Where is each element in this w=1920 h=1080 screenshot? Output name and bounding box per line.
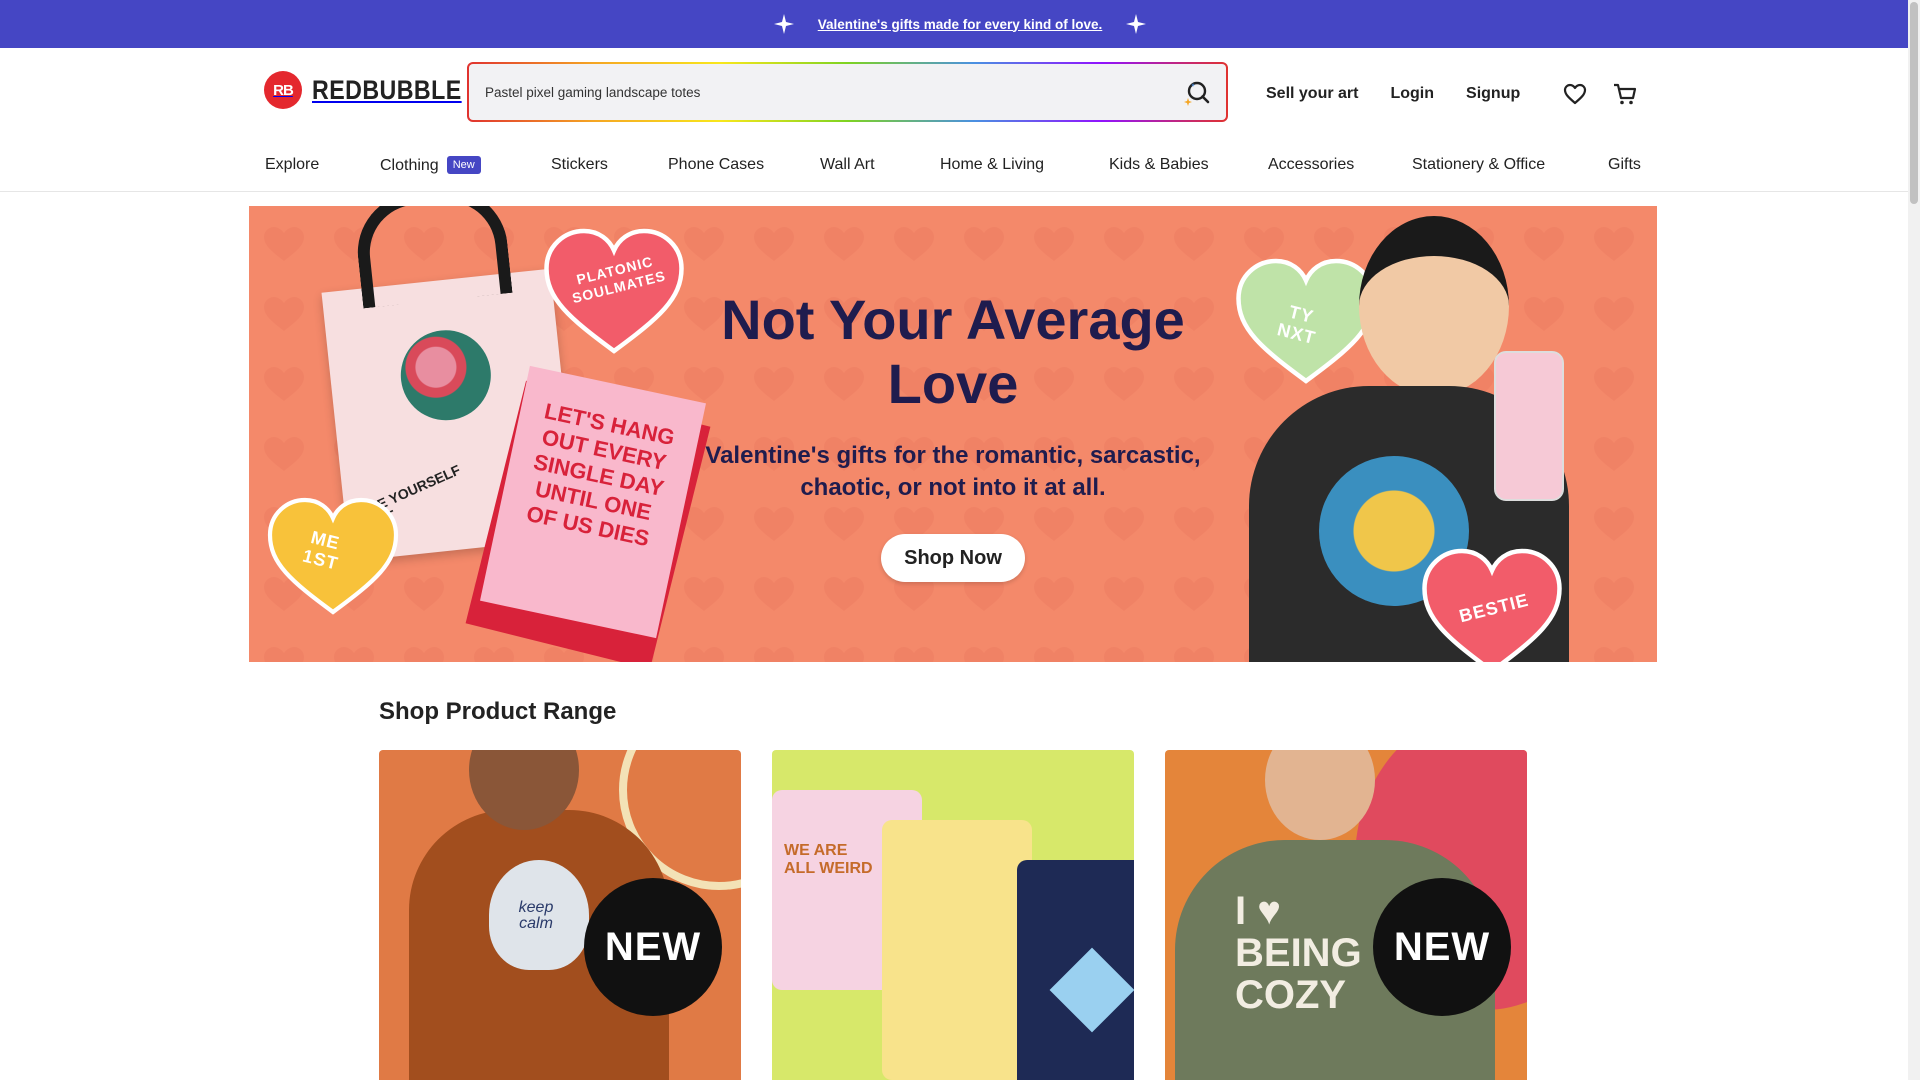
product-card-hoodie[interactable]: keep calm NEW	[379, 750, 741, 1080]
section-title: Shop Product Range	[379, 698, 617, 725]
product-card-sweatshirt[interactable]: I ♥ BEING COZY NEW	[1165, 750, 1527, 1080]
login-link[interactable]: Login	[1390, 85, 1434, 103]
promo-bar: Valentine's gifts made for every kind of…	[0, 0, 1920, 48]
heart-icon[interactable]	[1562, 81, 1588, 107]
nav-explore[interactable]: Explore	[265, 156, 319, 174]
hero-title-line1: Not Your Average	[721, 288, 1185, 351]
logo-mark: RB	[264, 71, 302, 109]
site-header: RB REDBUBBLE Sell your art Login Signup	[0, 48, 1920, 144]
hero-subtitle-line2: chaotic, or not into it at all.	[800, 474, 1106, 501]
nav-stationery-office[interactable]: Stationery & Office	[1412, 156, 1545, 174]
shop-now-button[interactable]: Shop Now	[881, 534, 1025, 582]
header-links: Sell your art Login Signup	[1266, 81, 1638, 107]
product-card-tshirts[interactable]: WE ARE ALL WEIRD	[772, 750, 1134, 1080]
tshirt-pink-text: WE ARE ALL WEIRD	[784, 842, 873, 877]
nav-clothing[interactable]: Clothing New	[380, 156, 481, 175]
search-box	[467, 62, 1228, 122]
hero-banner[interactable]: LOVE YOURSELF FIRST LET'S HANG OUT EVERY…	[249, 206, 1657, 662]
cart-icon[interactable]	[1612, 81, 1638, 107]
hero-subtitle-line1: Valentine's gifts for the romantic, sarc…	[705, 442, 1201, 469]
redbubble-logo[interactable]: RB REDBUBBLE	[264, 71, 486, 109]
promo-link[interactable]: Valentine's gifts made for every kind of…	[818, 17, 1103, 32]
nav-home-living[interactable]: Home & Living	[940, 156, 1044, 174]
nav-gifts[interactable]: Gifts	[1608, 156, 1641, 174]
cat-print-text: keep calm	[518, 899, 554, 932]
new-badge: New	[446, 156, 481, 174]
new-badge: NEW	[584, 878, 722, 1016]
hero-title: Not Your Average Love	[249, 288, 1657, 416]
page-scrollbar[interactable]	[1908, 0, 1920, 1080]
scrollbar-thumb[interactable]	[1910, 2, 1918, 204]
sell-your-art-link[interactable]: Sell your art	[1266, 85, 1358, 103]
nav-accessories[interactable]: Accessories	[1268, 156, 1354, 174]
signup-link[interactable]: Signup	[1466, 85, 1520, 103]
nav-phone-cases[interactable]: Phone Cases	[668, 156, 764, 174]
search-icon[interactable]	[1182, 78, 1212, 108]
nav-stickers[interactable]: Stickers	[551, 156, 608, 174]
category-nav: Explore Clothing New Stickers Phone Cases…	[0, 144, 1920, 192]
nav-clothing-label: Clothing	[380, 157, 439, 174]
new-badge: NEW	[1373, 878, 1511, 1016]
nav-kids-babies[interactable]: Kids & Babies	[1109, 156, 1209, 174]
sparkle-icon	[773, 14, 794, 34]
logo-text: REDBUBBLE	[312, 74, 462, 105]
sparkle-icon	[1126, 14, 1147, 34]
search-input[interactable]	[485, 84, 1125, 100]
hero-title-line2: Love	[887, 352, 1019, 415]
sweatshirt-text: I ♥ BEING COZY	[1235, 889, 1362, 1017]
tshirt-yellow	[882, 820, 1032, 1080]
nav-wall-art[interactable]: Wall Art	[820, 156, 875, 174]
hero-subtitle: Valentine's gifts for the romantic, sarc…	[249, 440, 1657, 504]
